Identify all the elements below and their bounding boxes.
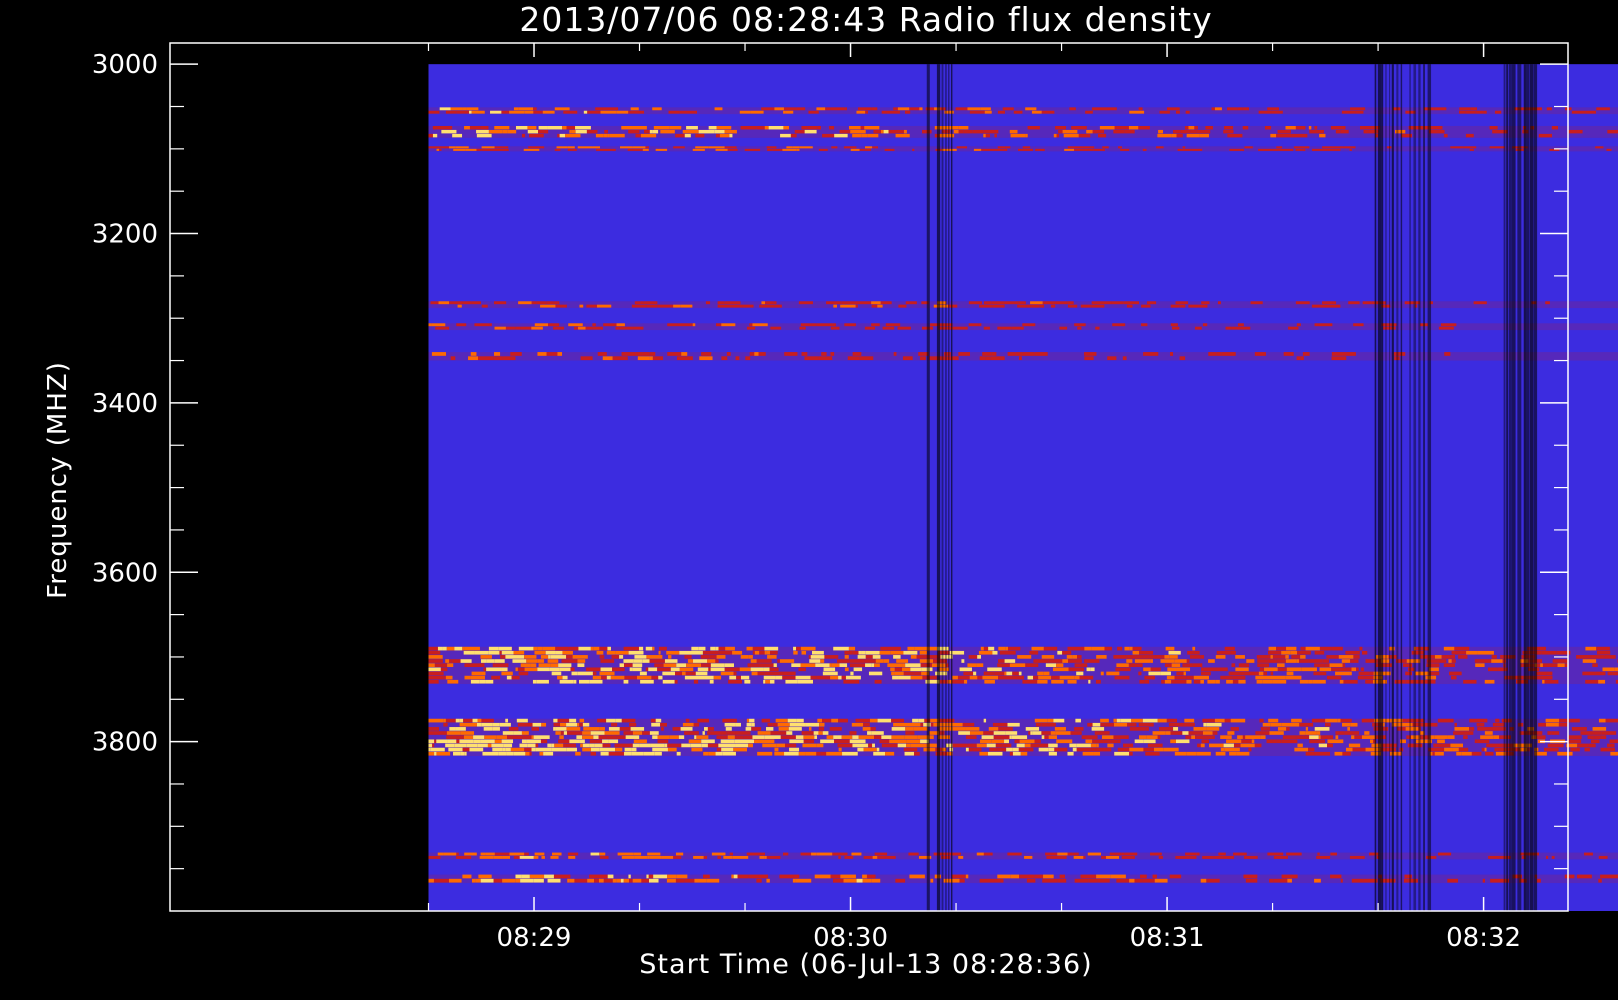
y-tick-label: 3800 xyxy=(92,728,158,758)
emission-band xyxy=(428,646,1618,685)
emission-band xyxy=(428,107,1618,115)
x-tick-label: 08:30 xyxy=(813,923,888,953)
emission-band xyxy=(428,874,1618,884)
y-tick-label: 3600 xyxy=(92,558,158,588)
emission-band xyxy=(428,352,1618,361)
spectrogram-chart: 2013/07/06 08:28:43 Radio flux density F… xyxy=(0,0,1618,1000)
y-axis-label: Frequency (MHZ) xyxy=(43,361,73,599)
heatmap-background xyxy=(428,64,1618,912)
x-tick-label: 08:32 xyxy=(1446,923,1521,953)
emission-band xyxy=(428,301,1618,309)
y-tick-label: 3400 xyxy=(92,389,158,419)
emission-band xyxy=(428,718,1618,757)
emission-band xyxy=(428,852,1618,860)
spectrogram-heatmap xyxy=(428,64,1618,912)
chart-title: 2013/07/06 08:28:43 Radio flux density xyxy=(519,0,1212,39)
x-tick-label: 08:31 xyxy=(1130,923,1205,953)
emission-band xyxy=(428,125,1618,138)
emission-band xyxy=(428,146,1618,152)
y-tick-label: 3000 xyxy=(92,50,158,80)
x-tick-label: 08:29 xyxy=(497,923,572,953)
y-tick-label: 3200 xyxy=(92,220,158,250)
x-axis-label: Start Time (06-Jul-13 08:28:36) xyxy=(639,949,1092,980)
emission-band xyxy=(428,323,1618,331)
